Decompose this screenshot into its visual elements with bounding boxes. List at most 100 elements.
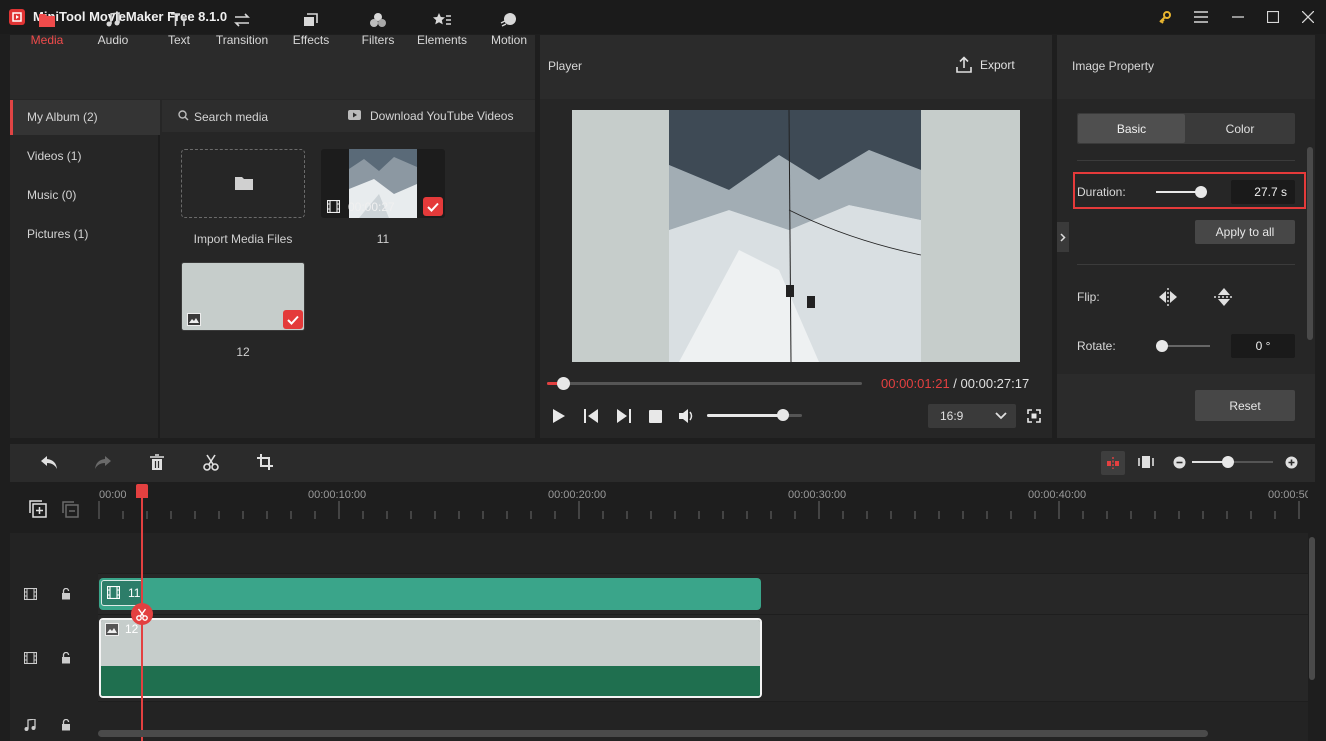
property-title: Image Property [1072,59,1155,73]
zoom-handle[interactable] [1222,456,1234,468]
ruler-tick-label: 00:00:10:00 [308,489,367,501]
crop-icon[interactable] [257,454,273,470]
import-media-button[interactable] [181,149,305,218]
add-track-icon[interactable] [29,500,47,518]
album-item-music[interactable]: Music (0) [10,178,160,213]
tab-motion[interactable]: Motion [475,0,543,64]
film-icon [107,586,120,599]
album-item-my-album[interactable]: My Album (2) [10,100,160,135]
media-duration: 00:00:27 [348,200,395,214]
effects-icon [304,13,318,26]
album-item-pictures[interactable]: Pictures (1) [10,217,160,252]
playhead-handle[interactable] [136,484,148,498]
video-track-icon [24,652,37,664]
timeline-clip-11[interactable]: 11 [99,578,761,610]
download-youtube-button[interactable]: Download YouTube Videos [370,109,513,123]
tab-filters[interactable]: Filters [344,0,412,64]
rotate-handle[interactable] [1156,340,1168,352]
timeline-vertical-scrollbar[interactable] [1309,537,1315,680]
maximize-icon[interactable] [1261,6,1285,28]
property-scrollbar[interactable] [1307,147,1313,340]
volume-handle[interactable] [777,409,789,421]
ruler-tick-label: 00:00:50 [1268,489,1308,501]
track-empty [98,533,1308,573]
zoom-slider[interactable] [1192,456,1273,468]
video-track-icon [24,588,37,600]
elements-icon [433,13,451,25]
folder-icon [235,177,253,190]
tab-motion-label: Motion [490,33,528,47]
track-headers [10,533,98,741]
tab-effects[interactable]: Effects [277,0,345,64]
next-frame-icon[interactable] [616,409,631,423]
volume-icon[interactable] [678,408,696,424]
rotate-slider[interactable] [1156,340,1210,352]
timeline-ruler[interactable] [98,483,1308,533]
selected-check-icon[interactable] [283,310,303,329]
tab-text[interactable]: Text [145,0,213,64]
tab-media[interactable]: Media [13,0,81,64]
timeline-horizontal-scrollbar[interactable] [98,730,1208,737]
media-name-12: 12 [236,345,250,359]
flip-vertical-icon[interactable] [1213,286,1235,308]
tab-audio[interactable]: Audio [79,0,147,64]
video-preview [572,110,1020,362]
apply-to-all-button[interactable]: Apply to all [1195,220,1295,244]
volume-slider[interactable] [707,409,802,421]
collapse-panel-button[interactable] [1057,222,1069,252]
import-media-label: Import Media Files [193,232,293,246]
undo-icon[interactable] [39,455,59,471]
export-button[interactable]: Export [956,56,1015,73]
ruler-tick-label: 00:00:20:00 [548,489,607,501]
youtube-icon [348,109,364,121]
scissors-icon[interactable] [131,603,153,625]
lock-icon[interactable] [61,719,71,731]
reset-button[interactable]: Reset [1195,390,1295,421]
redo-icon[interactable] [93,455,113,471]
close-icon[interactable] [1296,6,1320,28]
playback-progress-track[interactable] [547,377,862,390]
duration-handle[interactable] [1195,186,1207,198]
delete-icon[interactable] [149,454,165,471]
selected-check-icon[interactable] [423,197,443,216]
fullscreen-icon[interactable] [1027,409,1041,423]
tab-transition[interactable]: Transition [208,0,276,64]
fit-timeline-icon[interactable] [1138,455,1154,469]
motion-icon [500,13,516,27]
previous-frame-icon[interactable] [584,409,599,423]
duration-label: Duration: [1077,185,1126,199]
remove-track-icon[interactable] [62,501,79,518]
timeline-clip-12[interactable]: 12 [99,618,762,698]
key-icon[interactable] [1153,6,1177,28]
clip-name: 12 [125,622,139,636]
menu-icon[interactable] [1189,6,1213,28]
zoom-out-icon[interactable] [1173,456,1186,469]
divider [1077,264,1295,265]
tab-text-label: Text [167,33,190,47]
tab-effects-label: Effects [292,33,330,47]
search-media-input[interactable]: Search media [194,110,268,124]
lock-icon[interactable] [61,652,71,664]
snap-toggle[interactable] [1101,451,1125,475]
filters-icon [370,13,386,27]
minimize-icon[interactable] [1226,6,1250,28]
duration-input[interactable]: 27.7 s [1231,180,1295,204]
search-icon[interactable] [178,110,189,121]
zoom-in-icon[interactable] [1285,456,1298,469]
duration-slider[interactable] [1156,186,1207,198]
play-icon[interactable] [552,408,566,424]
tab-basic[interactable]: Basic [1078,114,1185,143]
lock-icon[interactable] [61,588,71,600]
tab-transition-label: Transition [215,33,269,47]
stop-icon[interactable] [649,410,662,423]
aspect-ratio-select[interactable]: 16:9 [928,404,1016,428]
flip-horizontal-icon[interactable] [1157,287,1179,307]
transition-icon [234,13,250,27]
tab-color[interactable]: Color [1186,114,1294,143]
split-icon[interactable] [203,454,219,471]
rotate-input[interactable]: 0 ° [1231,334,1295,358]
album-item-videos[interactable]: Videos (1) [10,139,160,174]
tab-elements[interactable]: Elements [408,0,476,64]
ruler-tick-label: 00:00:30:00 [788,489,847,501]
progress-handle[interactable] [556,377,570,390]
